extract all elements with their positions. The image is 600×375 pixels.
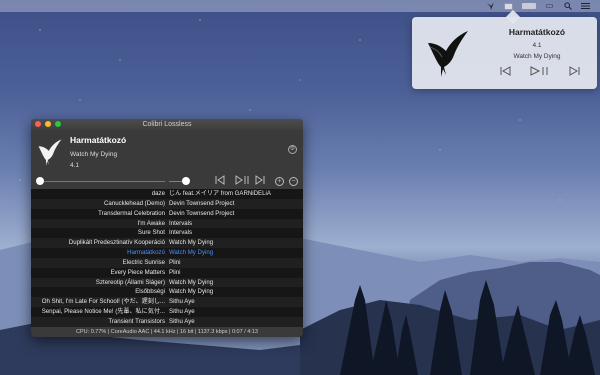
playlist-track-title: Electric Sunrise — [122, 258, 165, 266]
playlist-track-title: Transient Transistors — [108, 317, 165, 325]
playlist-track-artist: Devin Townsend Project — [169, 209, 235, 217]
now-playing-artist: Watch My Dying — [70, 151, 118, 158]
now-playing-title: Harmatátkozó — [70, 135, 127, 145]
mini-player-popover: Harmatátkozó 4.1 Watch My Dying — [412, 9, 597, 89]
popover-artist: Watch My Dying — [513, 53, 561, 60]
playlist-track-artist: Devin Townsend Project — [169, 199, 235, 207]
playlist-row[interactable]: Transient Transistors Sithu Aye — [31, 316, 303, 327]
playlist-track-title: Sztereotip (Állami Sláger) — [95, 278, 165, 286]
playlist-track-title: daze — [151, 190, 165, 197]
playlist-row[interactable]: Sztereotip (Állami Sláger) Watch My Dying — [31, 277, 303, 288]
zoom-button[interactable] — [55, 121, 61, 127]
playlist-row-current[interactable]: Harmatátkozó Watch My Dying — [31, 248, 303, 258]
playlist-track-artist: Watch My Dying — [169, 288, 214, 296]
add-track-button[interactable]: + — [275, 177, 284, 186]
playlist-track-title: Oh Shit, I'm Late For School! (やだ、遅刻し... — [41, 298, 165, 306]
box-menu-icon[interactable] — [504, 2, 513, 10]
playback-controls: + − — [31, 174, 303, 189]
list-icon[interactable] — [581, 2, 590, 10]
colibri-logo-icon — [428, 31, 468, 77]
colibri-logo-icon — [38, 139, 62, 166]
display-menu-icon[interactable]: ▭ — [545, 2, 554, 10]
playlist-track-title: Harmatátkozó — [127, 249, 165, 257]
playlist-track-artist: Sithu Aye — [169, 308, 195, 316]
previous-track-icon[interactable] — [215, 175, 225, 189]
playlist-row[interactable]: Oh Shit, I'm Late For School! (やだ、遅刻し...… — [31, 297, 303, 308]
playlist-row[interactable]: Every Piece Matters Plini — [31, 268, 303, 278]
playlist-row[interactable]: Electric Sunrise Plini — [31, 257, 303, 268]
volume-knob[interactable] — [182, 177, 190, 185]
playlist-row[interactable]: Canucklehead (Demo) Devin Townsend Projec… — [31, 198, 303, 209]
bird-menu-icon[interactable] — [486, 2, 495, 10]
playlist-track-artist: Sithu Aye — [169, 298, 195, 306]
menu-bar: ▭ — [0, 0, 600, 12]
now-playing-rating: 4.1 — [70, 162, 80, 169]
playlist-row[interactable]: Sure Shot Intervals — [31, 228, 303, 238]
popover-next-icon[interactable] — [569, 66, 580, 80]
colibri-main-window: Colibri Lossless Harmatátkozó Watch My D… — [31, 119, 303, 337]
play-pause-icon[interactable] — [235, 175, 251, 189]
playlist-row[interactable]: Duplikált Predesztinatív Kooperáció Watch… — [31, 238, 303, 249]
status-bar: CPU: 0.77% | CoreAudio AAC | 44.1 kHz | … — [31, 327, 303, 337]
playlist-track-title: Canucklehead (Demo) — [104, 199, 165, 207]
popover-controls — [500, 66, 580, 80]
popover-rating: 4.1 — [532, 42, 542, 49]
playlist-track-title: Elsőbbségi — [135, 288, 165, 296]
playlist-track-title: Senpai, Please Notice Me! (先輩、私に気付... — [41, 308, 165, 316]
window-title: Colibri Lossless — [142, 121, 192, 128]
playlist-row[interactable]: Senpai, Please Notice Me! (先輩、私に気付... Sit… — [31, 307, 303, 317]
popover-caret — [505, 9, 521, 25]
settings-gear-icon[interactable]: ⚙ — [288, 145, 297, 154]
playlist-track-artist: Watch My Dying — [169, 278, 214, 286]
playlist-track-artist: Watch My Dying — [169, 249, 214, 257]
next-track-icon[interactable] — [255, 175, 265, 189]
playlist-track-artist: Intervals — [169, 219, 193, 227]
search-icon[interactable] — [563, 2, 572, 10]
seek-bar[interactable] — [40, 181, 165, 182]
playlist-row[interactable]: I'm Awake Intervals — [31, 218, 303, 229]
playlist-track-title: Transdermal Celebration — [98, 209, 165, 217]
window-titlebar[interactable]: Colibri Lossless — [31, 119, 303, 130]
seek-knob[interactable] — [36, 177, 44, 185]
popover-prev-icon[interactable] — [500, 66, 511, 80]
playlist-table: daze じん feat.メイリア from GARNiDELiA Canuckle… — [31, 189, 303, 327]
close-button[interactable] — [35, 121, 41, 127]
playlist-track-artist: じん feat.メイリア from GARNiDELiA — [169, 190, 271, 197]
remove-track-button[interactable]: − — [289, 177, 298, 186]
playlist-row[interactable]: Elsőbbségi Watch My Dying — [31, 287, 303, 297]
playlist-track-title: Sure Shot — [137, 229, 165, 237]
bar-menu-icon[interactable] — [522, 3, 536, 9]
playlist-track-artist: Plini — [169, 268, 181, 276]
playlist-track-artist: Intervals — [169, 229, 193, 237]
playlist-track-artist: Watch My Dying — [169, 239, 214, 247]
playlist-row[interactable]: daze じん feat.メイリア from GARNiDELiA — [31, 189, 303, 199]
playlist-track-artist: Plini — [169, 258, 181, 266]
minimize-button[interactable] — [45, 121, 51, 127]
popover-play-pause-icon[interactable] — [530, 66, 550, 80]
playlist-track-title: I'm Awake — [137, 219, 165, 227]
playlist-track-artist: Sithu Aye — [169, 317, 195, 325]
playlist-row[interactable]: Transdermal Celebration Devin Townsend Pr… — [31, 209, 303, 219]
popover-track-title: Harmatátkozó — [508, 27, 566, 37]
playlist-track-title: Duplikált Predesztinatív Kooperáció — [68, 239, 165, 247]
playlist-track-title: Every Piece Matters — [110, 268, 165, 276]
now-playing-header: Harmatátkozó Watch My Dying 4.1 ⚙ — [31, 130, 303, 174]
